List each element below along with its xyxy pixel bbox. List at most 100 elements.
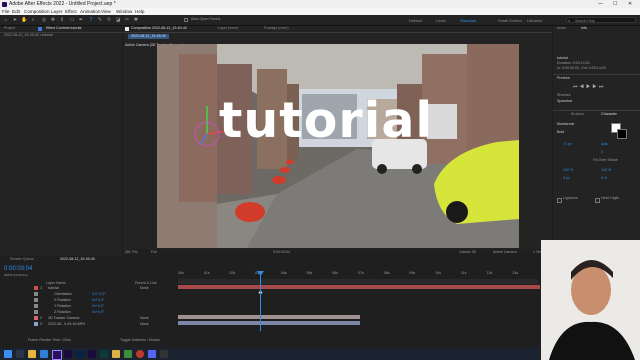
- premiere-icon[interactable]: [64, 350, 72, 358]
- horizontal-scale-field[interactable]: 100 %: [601, 168, 611, 173]
- brush-tool-icon[interactable]: ✎: [97, 17, 103, 23]
- minimize-icon[interactable]: —: [598, 0, 603, 8]
- view-dropdown[interactable]: Active Camera: [493, 250, 517, 255]
- font-family-dropdown[interactable]: Montserrat: [557, 122, 574, 127]
- layer-label-color[interactable]: [34, 286, 38, 290]
- roto-tool-icon[interactable]: ✂: [124, 17, 130, 23]
- tab-timeline-comp[interactable]: 2022-08-12_19-49-40: [60, 257, 95, 262]
- viewer-timecode[interactable]: 0:00:03:04: [273, 250, 290, 255]
- ligatures-checkbox[interactable]: [557, 198, 562, 203]
- layer-label-color[interactable]: [34, 298, 38, 302]
- playback-controls[interactable]: ⏮◀▶▶⏭: [573, 84, 605, 90]
- edge-icon[interactable]: [40, 350, 48, 358]
- toggle-switches-modes[interactable]: Toggle Switches / Modes: [120, 338, 160, 343]
- workspace-libraries[interactable]: Libraries: [527, 17, 542, 24]
- track-bar-camera[interactable]: [178, 315, 360, 319]
- stroke-color-swatch[interactable]: [617, 129, 627, 139]
- layer-label-color[interactable]: [34, 322, 38, 326]
- record-icon[interactable]: [136, 350, 144, 358]
- layer-label-color[interactable]: [34, 292, 38, 296]
- menu-help[interactable]: Help: [135, 8, 144, 15]
- menu-view[interactable]: View: [101, 8, 111, 15]
- selection-tool-icon[interactable]: ➤: [12, 17, 18, 23]
- workspace-small-screen[interactable]: Small Screen: [498, 17, 522, 24]
- discord-icon[interactable]: [148, 350, 156, 358]
- audition-icon[interactable]: [100, 350, 108, 358]
- track-bar-tutorial[interactable]: [178, 285, 540, 289]
- leading-field[interactable]: Auto: [601, 142, 608, 147]
- close-icon[interactable]: ✕: [628, 0, 632, 8]
- tab-layer[interactable]: Layer (none): [218, 26, 238, 31]
- home-icon[interactable]: ⌂: [3, 17, 9, 23]
- search-help-input[interactable]: Search Help: [566, 17, 636, 23]
- menu-file[interactable]: File: [2, 8, 9, 15]
- parent-dropdown[interactable]: None: [140, 321, 149, 327]
- file-explorer-icon[interactable]: [28, 350, 36, 358]
- tab-footage[interactable]: Footage (none): [264, 26, 289, 31]
- font-style-dropdown[interactable]: Bold: [557, 130, 564, 135]
- tab-audio[interactable]: Audio: [557, 26, 566, 31]
- hindi-digits-checkbox[interactable]: [595, 198, 600, 203]
- tutorial-text-layer[interactable]: tutorial: [219, 96, 433, 146]
- baseline-shift-field[interactable]: 0 px: [563, 176, 570, 181]
- puppet-tool-icon[interactable]: ✱: [133, 17, 139, 23]
- menu-animation[interactable]: Animation: [80, 8, 100, 15]
- font-size-field[interactable]: 71 px: [563, 142, 572, 147]
- media-encoder-icon[interactable]: [88, 350, 96, 358]
- menu-effect[interactable]: Effect: [65, 8, 77, 15]
- tab-info[interactable]: Info: [581, 26, 587, 31]
- tracking-field[interactable]: 0: [601, 150, 603, 155]
- menu-composition[interactable]: Composition: [24, 8, 50, 15]
- playhead[interactable]: [260, 271, 261, 331]
- maximize-icon[interactable]: ☐: [613, 0, 617, 8]
- search-taskbar-icon[interactable]: [16, 350, 24, 358]
- track-bar-footage[interactable]: [178, 321, 360, 325]
- after-effects-icon[interactable]: [52, 350, 62, 360]
- workspace-standard[interactable]: Standard: [460, 17, 476, 24]
- composition-breadcrumb[interactable]: 2022-08-12_19-49-40: [128, 34, 169, 39]
- photoshop-icon[interactable]: [76, 350, 84, 358]
- stroke-mode-dropdown[interactable]: Fill Over Stroke: [593, 158, 618, 163]
- dolly-tool-icon[interactable]: ⇕: [59, 17, 65, 23]
- renderer-dropdown[interactable]: Classic 3D: [459, 250, 476, 255]
- resolution-dropdown[interactable]: Full: [151, 250, 157, 255]
- rectangle-tool-icon[interactable]: ▭: [69, 17, 75, 23]
- clone-tool-icon[interactable]: ⚲: [106, 17, 112, 23]
- chrome-icon[interactable]: [124, 350, 132, 358]
- hand-tool-icon[interactable]: ✋: [21, 17, 27, 23]
- vertical-scale-field[interactable]: 100 %: [563, 168, 573, 173]
- workspace-default[interactable]: Default: [409, 17, 422, 24]
- type-tool-icon[interactable]: T: [88, 17, 94, 23]
- panel-menu-icon[interactable]: [125, 27, 129, 31]
- menu-layer[interactable]: Layer: [51, 8, 63, 15]
- tab-character[interactable]: Character: [601, 112, 617, 117]
- tab-composition[interactable]: Composition 2022-08-12_19-49-40: [131, 26, 187, 31]
- start-icon[interactable]: [4, 350, 12, 358]
- tab-project[interactable]: Project: [4, 26, 15, 31]
- folder-icon[interactable]: [112, 350, 120, 358]
- tab-brushes[interactable]: Brushes: [571, 112, 584, 117]
- layer-name[interactable]: 2022-08...9-49-40.MP4: [48, 321, 85, 327]
- composition-viewer[interactable]: tutorial: [157, 44, 519, 248]
- tab-effect-controls[interactable]: Effect Controls tutorial: [46, 26, 81, 31]
- timeline-layer-row[interactable]: 3 2022-08...9-49-40.MP4 None: [0, 321, 178, 327]
- current-time-display[interactable]: 0:00:03:04: [4, 266, 32, 272]
- zoom-dropdown[interactable]: (56,7%): [125, 250, 138, 255]
- obs-icon[interactable]: [160, 350, 168, 358]
- menu-window[interactable]: Window: [116, 8, 132, 15]
- layer-label-color[interactable]: [34, 304, 38, 308]
- shortcut-dropdown[interactable]: Spacebar: [557, 99, 572, 104]
- eraser-tool-icon[interactable]: ◪: [115, 17, 121, 23]
- work-area-bar[interactable]: [178, 279, 538, 284]
- layer-label-color[interactable]: [34, 310, 38, 314]
- layer-label-color[interactable]: [34, 316, 38, 320]
- pan-tool-icon[interactable]: ✥: [50, 17, 56, 23]
- zoom-tool-icon[interactable]: ⌕: [30, 17, 36, 23]
- pen-tool-icon[interactable]: ✒: [78, 17, 84, 23]
- menu-edit[interactable]: Edit: [12, 8, 20, 15]
- orbit-tool-icon[interactable]: ◎: [41, 17, 47, 23]
- tsume-field[interactable]: 0 %: [601, 176, 607, 181]
- workspace-learn[interactable]: Learn: [436, 17, 446, 24]
- auto-open-checkbox[interactable]: [184, 18, 188, 22]
- tab-render-queue[interactable]: Render Queue: [10, 257, 34, 262]
